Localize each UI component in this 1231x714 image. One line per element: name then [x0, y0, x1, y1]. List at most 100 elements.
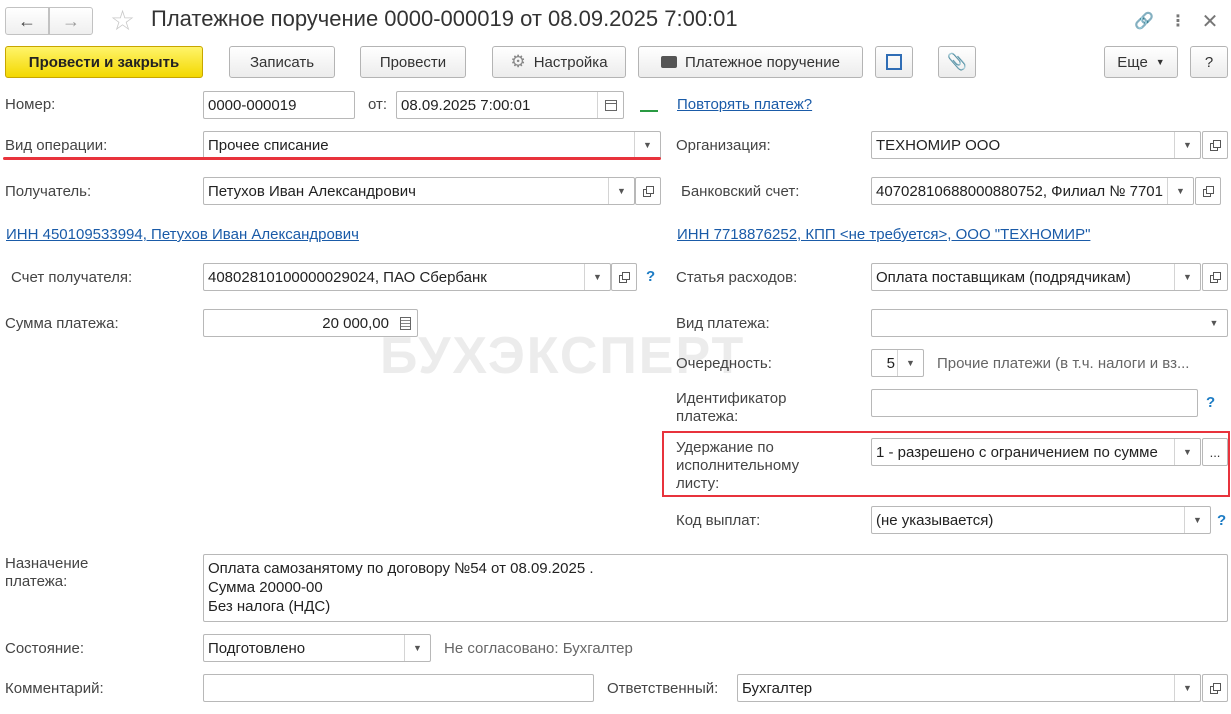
- purpose-textarea[interactable]: Оплата самозанятому по договору №54 от 0…: [203, 554, 1228, 622]
- comment-label: Комментарий:: [5, 680, 104, 697]
- chevron-down-icon[interactable]: ▼: [634, 132, 660, 158]
- operation-type-label: Вид операции:: [5, 137, 108, 154]
- chevron-down-icon[interactable]: ▼: [1174, 675, 1200, 701]
- repeat-payment-link[interactable]: Повторять платеж?: [677, 96, 812, 113]
- open-form-icon: [1210, 683, 1221, 694]
- number-field[interactable]: 0000-000019: [203, 91, 355, 119]
- recipient-account-value: 40802810100000029024, ПАО Сбербанк: [208, 268, 487, 286]
- approval-status-text: Не согласовано: Бухгалтер: [444, 640, 633, 657]
- chevron-down-icon[interactable]: ▼: [1167, 178, 1193, 204]
- priority-description: Прочие платежи (в т.ч. налоги и вз...: [937, 355, 1190, 372]
- help-label: ?: [1204, 53, 1214, 71]
- amount-label: Сумма платежа:: [5, 315, 119, 332]
- chevron-down-icon[interactable]: ▼: [1174, 132, 1200, 158]
- number-label: Номер:: [5, 96, 56, 113]
- document-check-icon[interactable]: [640, 96, 658, 112]
- back-button[interactable]: ←: [5, 7, 49, 35]
- expense-item-label: Статья расходов:: [676, 269, 798, 286]
- save-button[interactable]: Записать: [229, 46, 335, 78]
- amount-value: 20 000,00: [322, 314, 389, 332]
- operation-type-highlight: [3, 157, 661, 160]
- print-payment-order-button[interactable]: Платежное поручение: [638, 46, 863, 78]
- menu-kebab-icon[interactable]: ⋮: [1164, 7, 1192, 35]
- payout-code-value: (не указывается): [876, 511, 994, 529]
- chevron-down-icon[interactable]: ▼: [1174, 264, 1200, 290]
- priority-field[interactable]: 5 ▼: [871, 349, 924, 377]
- recipient-account-open-button[interactable]: [611, 263, 637, 291]
- bank-account-label: Банковский счет:: [681, 183, 800, 200]
- recipient-inn-link[interactable]: ИНН 450109533994, Петухов Иван Александр…: [6, 226, 359, 243]
- post-button[interactable]: Провести: [360, 46, 466, 78]
- date-field[interactable]: 08.09.2025 7:00:01: [396, 91, 624, 119]
- link-icon[interactable]: 🔗: [1130, 7, 1158, 35]
- date-value: 08.09.2025 7:00:01: [401, 96, 531, 114]
- payment-type-field[interactable]: ▼: [871, 309, 1228, 337]
- operation-type-field[interactable]: Прочее списание ▼: [203, 131, 661, 159]
- payout-code-label: Код выплат:: [676, 512, 761, 529]
- structure-button[interactable]: [875, 46, 913, 78]
- help-question-icon[interactable]: ?: [646, 268, 655, 285]
- bank-account-field[interactable]: 40702810688000880752, Филиал № 7701 Банк…: [871, 177, 1194, 205]
- chevron-down-icon[interactable]: ▼: [584, 264, 610, 290]
- post-and-close-label: Провести и закрыть: [28, 53, 180, 71]
- close-icon[interactable]: ✕: [1196, 7, 1224, 35]
- withholding-field[interactable]: 1 - разрешено с ограничением по сумме ▼: [871, 438, 1201, 466]
- organization-inn-link[interactable]: ИНН 7718876252, КПП <не требуется>, ООО …: [677, 226, 1090, 243]
- favorite-star-icon[interactable]: ☆: [110, 4, 135, 37]
- chevron-down-icon[interactable]: ▼: [1201, 310, 1227, 336]
- chevron-down-icon[interactable]: ▼: [1174, 439, 1200, 465]
- post-and-close-button[interactable]: Провести и закрыть: [5, 46, 203, 78]
- withholding-select-button[interactable]: ...: [1202, 438, 1228, 466]
- chevron-down-icon[interactable]: ▼: [608, 178, 634, 204]
- organization-open-button[interactable]: [1202, 131, 1228, 159]
- page-title: Платежное поручение 0000-000019 от 08.09…: [151, 6, 738, 31]
- chevron-down-icon[interactable]: ▼: [404, 635, 430, 661]
- payout-code-field[interactable]: (не указывается) ▼: [871, 506, 1211, 534]
- date-label: от:: [368, 96, 388, 113]
- settings-button[interactable]: ⚙ Настройка: [492, 46, 626, 78]
- operation-type-value: Прочее списание: [208, 136, 329, 154]
- state-value: Подготовлено: [208, 639, 306, 657]
- purpose-line: Оплата самозанятому по договору №54 от 0…: [208, 560, 594, 577]
- attachments-button[interactable]: 📎: [938, 46, 976, 78]
- recipient-label: Получатель:: [5, 183, 92, 200]
- hierarchy-icon: [886, 54, 902, 70]
- organization-value: ТЕХНОМИР ООО: [876, 136, 1001, 154]
- bank-account-open-button[interactable]: [1195, 177, 1221, 205]
- printer-icon: [661, 56, 678, 68]
- open-form-icon: [1203, 186, 1214, 197]
- comment-field[interactable]: [203, 674, 594, 702]
- withholding-value: 1 - разрешено с ограничением по сумме: [876, 443, 1158, 461]
- settings-label: Настройка: [533, 53, 608, 71]
- arrow-left-icon: ←: [18, 10, 36, 31]
- help-question-icon[interactable]: ?: [1206, 394, 1215, 411]
- calendar-icon[interactable]: [597, 92, 623, 118]
- arrow-right-icon: →: [62, 10, 80, 31]
- priority-value: 5: [886, 354, 895, 372]
- organization-field[interactable]: ТЕХНОМИР ООО ▼: [871, 131, 1201, 159]
- expense-item-open-button[interactable]: [1202, 263, 1228, 291]
- payment-id-field[interactable]: [871, 389, 1198, 417]
- help-question-icon[interactable]: ?: [1217, 512, 1226, 529]
- forward-button[interactable]: →: [49, 7, 93, 35]
- gear-icon: ⚙: [510, 52, 526, 71]
- payment-type-label: Вид платежа:: [676, 315, 770, 332]
- calculator-icon[interactable]: [393, 310, 417, 336]
- recipient-field[interactable]: Петухов Иван Александрович ▼: [203, 177, 635, 205]
- chevron-down-icon[interactable]: ▼: [897, 350, 923, 376]
- open-form-icon: [1210, 140, 1221, 151]
- open-form-icon: [643, 186, 654, 197]
- chevron-down-icon[interactable]: ▼: [1184, 507, 1210, 533]
- more-button[interactable]: Еще ▼: [1104, 46, 1178, 78]
- amount-field[interactable]: 20 000,00: [203, 309, 418, 337]
- withholding-label: Удержание по исполнительному листу:: [676, 439, 800, 492]
- recipient-open-button[interactable]: [635, 177, 661, 205]
- responsible-field[interactable]: Бухгалтер ▼: [737, 674, 1201, 702]
- state-field[interactable]: Подготовлено ▼: [203, 634, 431, 662]
- responsible-open-button[interactable]: [1202, 674, 1228, 702]
- paperclip-icon: 📎: [947, 54, 967, 71]
- help-button[interactable]: ?: [1190, 46, 1228, 78]
- priority-label: Очередность:: [676, 355, 772, 372]
- expense-item-field[interactable]: Оплата поставщикам (подрядчикам) ▼: [871, 263, 1201, 291]
- recipient-account-field[interactable]: 40802810100000029024, ПАО Сбербанк ▼: [203, 263, 611, 291]
